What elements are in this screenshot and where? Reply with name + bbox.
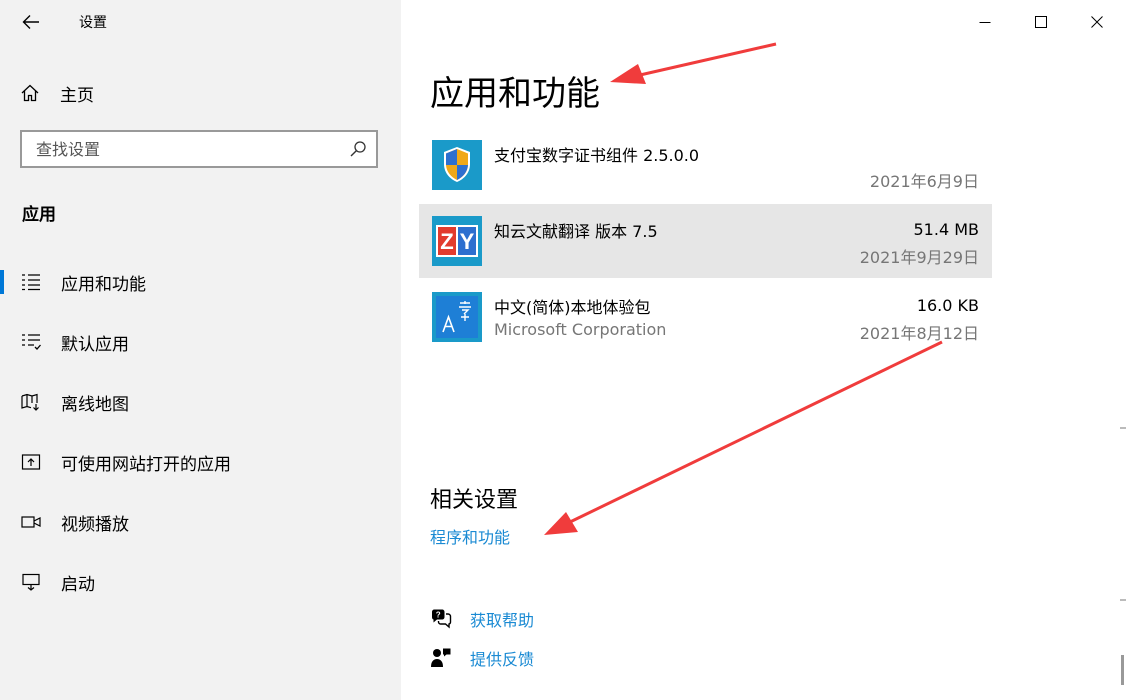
feedback-link[interactable]: 提供反馈 bbox=[430, 645, 534, 671]
get-help-label: 获取帮助 bbox=[470, 611, 535, 630]
sidebar-item-label: 离线地图 bbox=[61, 394, 129, 415]
sidebar-item-label: 应用和功能 bbox=[61, 274, 146, 295]
minimize-button[interactable] bbox=[962, 8, 1008, 36]
maximize-button[interactable] bbox=[1018, 8, 1064, 36]
app-list-item[interactable]: 支付宝数字证书组件 2.5.0.0 2021年6月9日 bbox=[419, 128, 992, 202]
search-box[interactable] bbox=[20, 130, 378, 168]
get-help-link[interactable]: ? 获取帮助 bbox=[430, 606, 534, 632]
close-button[interactable] bbox=[1074, 8, 1120, 36]
programs-features-link[interactable]: 程序和功能 bbox=[430, 524, 510, 548]
svg-text:Z: Z bbox=[440, 229, 453, 254]
maximize-icon bbox=[1035, 16, 1047, 28]
window-title: 设置 bbox=[79, 15, 107, 31]
svg-text:Y: Y bbox=[460, 229, 475, 254]
sidebar-item-home[interactable]: 主页 bbox=[20, 80, 94, 106]
language-pack-icon bbox=[432, 292, 482, 342]
sidebar: 设置 主页 应用 应用和功能 默 bbox=[0, 0, 401, 700]
sidebar-item-apps-features[interactable]: 应用和功能 bbox=[0, 260, 401, 304]
app-name: 知云文献翻译 版本 7.5 bbox=[494, 222, 658, 241]
feedback-label: 提供反馈 bbox=[470, 650, 535, 669]
sidebar-item-video-playback[interactable]: 视频播放 bbox=[0, 500, 401, 544]
sidebar-item-apps-for-websites[interactable]: 可使用网站打开的应用 bbox=[0, 440, 401, 484]
scroll-track-mark bbox=[1120, 599, 1126, 601]
sidebar-item-startup[interactable]: 启动 bbox=[0, 560, 401, 604]
home-icon bbox=[21, 84, 39, 102]
search-icon[interactable] bbox=[340, 140, 376, 158]
section-label-apps: 应用 bbox=[22, 205, 56, 225]
offline-map-icon bbox=[20, 393, 42, 411]
sidebar-item-label: 默认应用 bbox=[61, 334, 129, 355]
sidebar-item-label: 启动 bbox=[61, 574, 95, 595]
minimize-icon bbox=[979, 22, 991, 23]
open-website-icon bbox=[20, 453, 42, 471]
app-name: 中文(简体)本地体验包 bbox=[494, 298, 651, 317]
app-publisher: Microsoft Corporation bbox=[494, 320, 667, 339]
apps-list-icon bbox=[20, 273, 42, 291]
home-label: 主页 bbox=[60, 85, 94, 106]
app-list-item[interactable]: Z Y 知云文献翻译 版本 7.5 51.4 MB 2021年9月29日 bbox=[419, 204, 992, 278]
app-install-date: 2021年9月29日 bbox=[859, 248, 979, 267]
related-settings-title: 相关设置 bbox=[430, 488, 519, 513]
back-arrow-icon bbox=[22, 15, 39, 29]
default-apps-icon bbox=[20, 333, 42, 351]
feedback-person-icon bbox=[431, 648, 451, 667]
back-button[interactable] bbox=[14, 8, 48, 36]
startup-icon bbox=[20, 573, 42, 591]
video-icon bbox=[20, 513, 42, 531]
page-title: 应用和功能 bbox=[430, 74, 600, 114]
sidebar-item-label: 可使用网站打开的应用 bbox=[61, 454, 231, 475]
app-install-date: 2021年6月9日 bbox=[869, 172, 979, 191]
app-list-item[interactable]: 中文(简体)本地体验包 Microsoft Corporation 16.0 K… bbox=[419, 280, 992, 354]
search-input[interactable] bbox=[22, 138, 340, 160]
sidebar-item-label: 视频播放 bbox=[61, 514, 129, 535]
app-install-date: 2021年8月12日 bbox=[859, 324, 979, 343]
svg-text:?: ? bbox=[436, 611, 441, 620]
help-chat-icon: ? bbox=[432, 609, 452, 629]
close-icon bbox=[1091, 16, 1103, 28]
app-size: 51.4 MB bbox=[913, 220, 980, 239]
app-name: 支付宝数字证书组件 2.5.0.0 bbox=[494, 146, 700, 165]
selected-indicator bbox=[0, 270, 4, 294]
sidebar-item-default-apps[interactable]: 默认应用 bbox=[0, 320, 401, 364]
app-size: 16.0 KB bbox=[916, 296, 979, 315]
sidebar-item-offline-maps[interactable]: 离线地图 bbox=[0, 380, 401, 424]
vertical-scrollbar[interactable] bbox=[1121, 655, 1124, 685]
scroll-track-mark bbox=[1120, 427, 1126, 429]
zy-app-icon: Z Y bbox=[432, 216, 482, 266]
shield-icon bbox=[432, 140, 482, 190]
